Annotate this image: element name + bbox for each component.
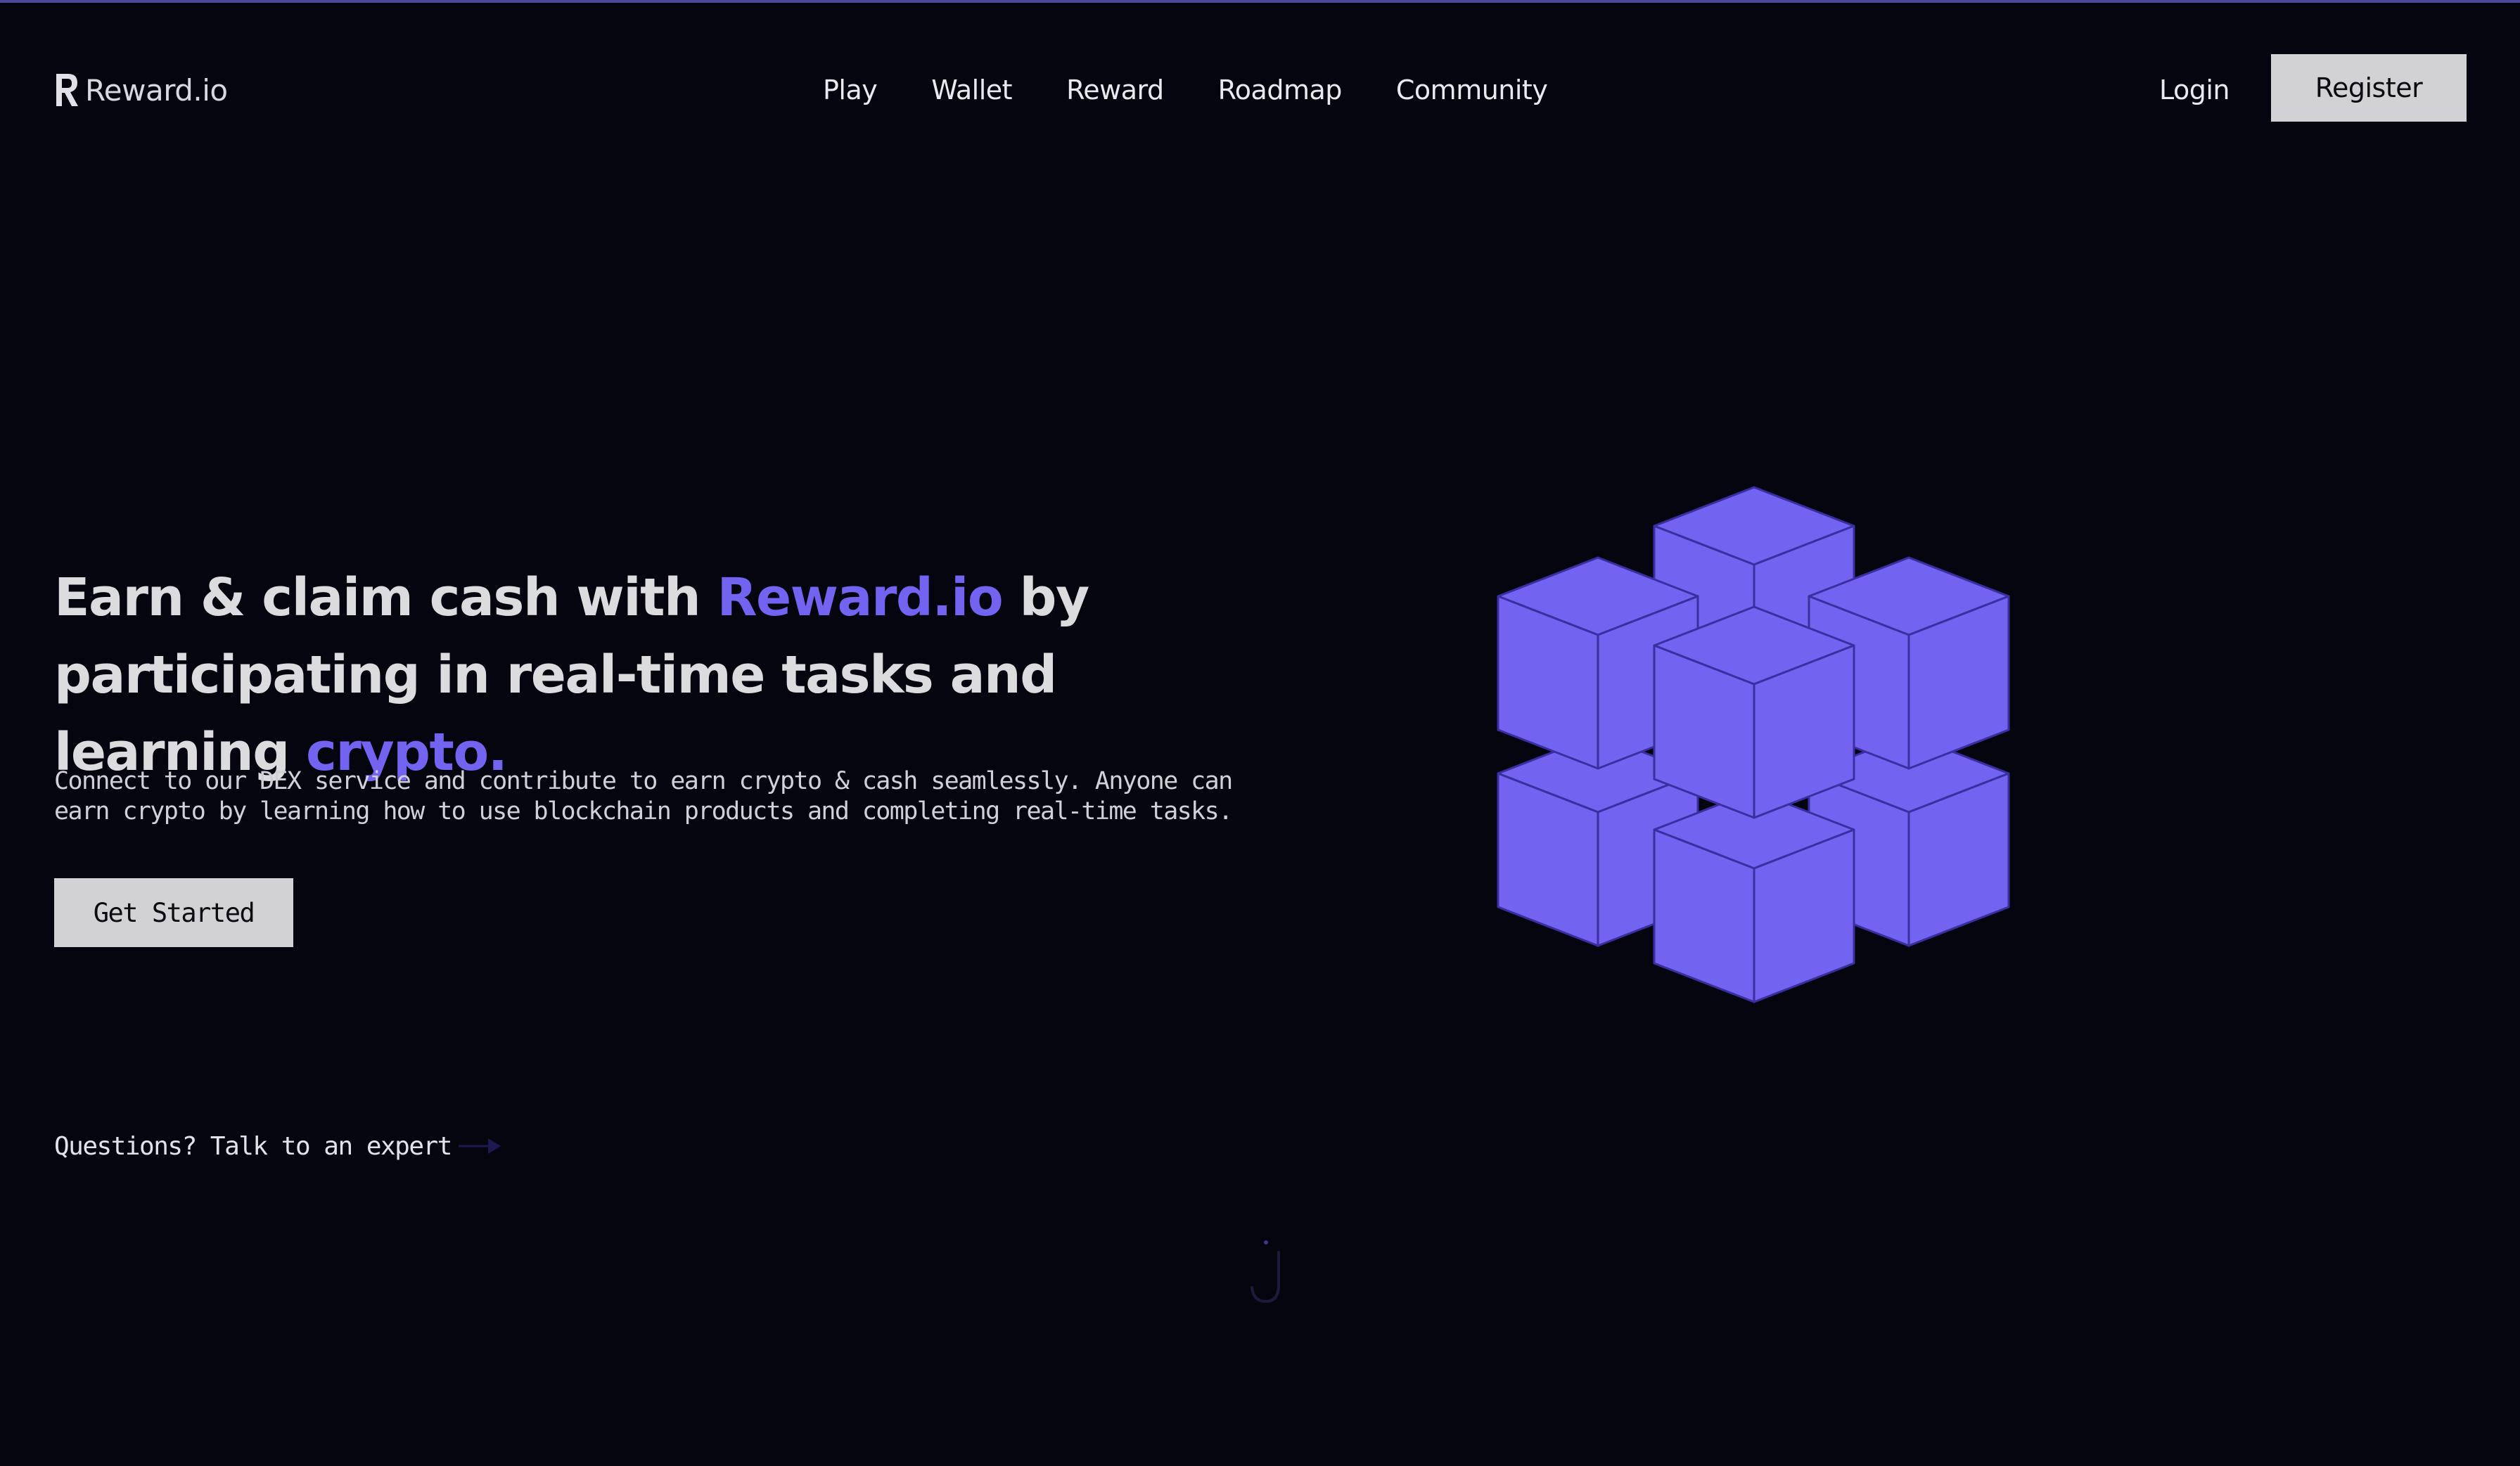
cube-cluster-illustration — [1497, 486, 2010, 1003]
main-nav: Play Wallet Reward Roadmap Community — [823, 69, 1548, 111]
login-link[interactable]: Login — [2159, 69, 2230, 111]
get-started-button[interactable]: Get Started — [54, 878, 293, 947]
hero-title: Earn & claim cash with Reward.io by part… — [54, 559, 1306, 791]
talk-to-expert-text: Questions? Talk to an expert — [54, 1131, 452, 1161]
arrow-right-icon — [458, 1138, 501, 1154]
scroll-down-icon[interactable] — [1239, 1234, 1293, 1309]
nav-item-community[interactable]: Community — [1396, 75, 1548, 105]
top-border-line — [0, 0, 2520, 3]
talk-to-expert-link[interactable]: Questions? Talk to an expert — [54, 1125, 504, 1167]
hero-title-accent-brand: Reward.io — [717, 567, 1003, 628]
nav-item-play[interactable]: Play — [823, 75, 878, 105]
nav-item-roadmap[interactable]: Roadmap — [1218, 75, 1343, 105]
nav-item-wallet[interactable]: Wallet — [931, 75, 1012, 105]
r-logo-icon — [56, 74, 78, 106]
nav-item-reward[interactable]: Reward — [1066, 75, 1164, 105]
logo[interactable]: Reward.io — [54, 69, 228, 111]
logo-text: Reward.io — [85, 72, 228, 108]
hero-title-part1: Earn & claim cash with — [54, 567, 717, 628]
register-button[interactable]: Register — [2271, 54, 2467, 122]
hero-description: Connect to our DEX service and contribut… — [54, 767, 1233, 825]
